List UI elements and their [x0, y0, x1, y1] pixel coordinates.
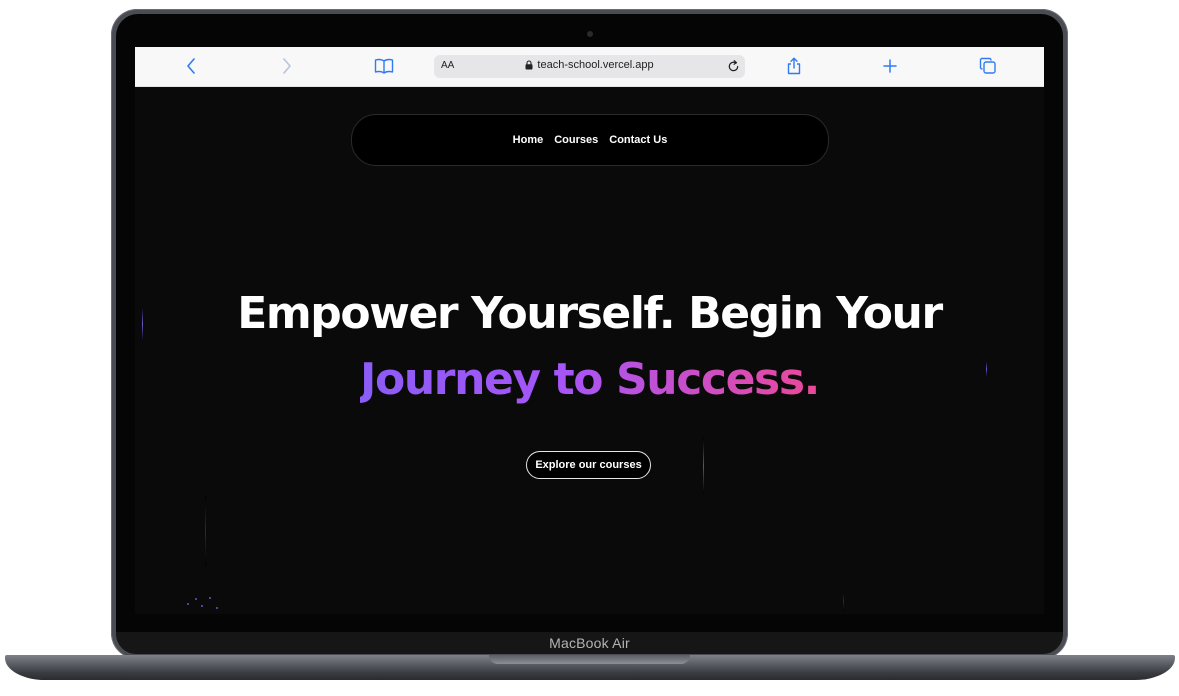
- address-bar[interactable]: AA teach-school.vercel.app: [434, 55, 745, 78]
- laptop-notch: [489, 655, 690, 664]
- book-icon[interactable]: [374, 56, 394, 76]
- navbar: Home Courses Contact Us: [351, 114, 829, 166]
- star-dot: [216, 607, 218, 609]
- hero-title-line1: Empower Yourself. Begin Your: [237, 288, 943, 339]
- star-dot: [201, 605, 203, 607]
- star-dot: [187, 603, 189, 605]
- nav-link-contact-us[interactable]: Contact Us: [609, 134, 667, 146]
- star-dot: [195, 598, 197, 600]
- browser-screen: AA teach-school.vercel.app Home Courses …: [135, 47, 1044, 614]
- meteor-streak: [703, 438, 704, 494]
- plus-icon[interactable]: [880, 56, 900, 76]
- share-icon[interactable]: [784, 56, 804, 76]
- tabs-icon[interactable]: [978, 56, 998, 76]
- lock-icon: [525, 60, 533, 70]
- model-strip: MacBook Air: [116, 632, 1063, 654]
- reload-icon[interactable]: [725, 58, 741, 74]
- nav-link-home[interactable]: Home: [513, 134, 544, 146]
- device-model-label: MacBook Air: [549, 635, 630, 651]
- explore-courses-button[interactable]: Explore our courses: [526, 451, 651, 479]
- chevron-left-icon[interactable]: [181, 56, 201, 76]
- chevron-right-icon[interactable]: [277, 56, 297, 76]
- web-page: Home Courses Contact Us Empower Yourself…: [135, 86, 1044, 614]
- camera-icon: [587, 31, 593, 37]
- star-dot: [209, 597, 211, 599]
- hero-title-line2: Journey to Success.: [135, 358, 1044, 402]
- nav-link-courses[interactable]: Courses: [554, 134, 598, 146]
- url-text: teach-school.vercel.app: [537, 59, 654, 71]
- browser-toolbar: AA teach-school.vercel.app: [135, 47, 1044, 87]
- meteor-streak: [843, 591, 844, 611]
- meteor-streak: [205, 496, 206, 566]
- hero-highlight: Journey to Success.: [360, 354, 820, 405]
